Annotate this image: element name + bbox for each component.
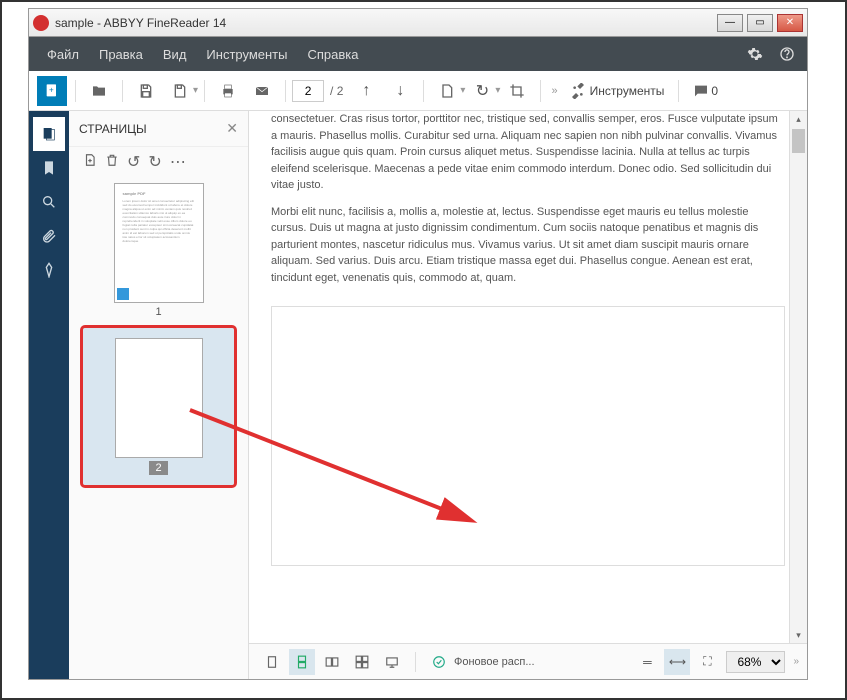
- save-as-button[interactable]: [165, 76, 195, 106]
- toolbar: + ▾ / 2 ↑ ↓ ▾ ↻▾ »: [29, 71, 807, 111]
- more-icon[interactable]: ⋯: [170, 152, 186, 172]
- add-doc-chevron-icon[interactable]: ▾: [460, 85, 465, 96]
- page-thumb-1[interactable]: sample PDF Lorem ipsum dolor sit amet co…: [83, 183, 234, 318]
- thumb-label-1: 1: [155, 306, 161, 318]
- app-window: sample - ABBYY FineReader 14 — ▭ ✕ Файл …: [28, 8, 808, 680]
- view-continuous-button[interactable]: [289, 649, 315, 675]
- document-text: consectetuer. Cras risus tortor, porttit…: [271, 111, 785, 286]
- pages-panel: СТРАНИЦЫ ✕ ↺ ↻ ⋯ sample PDF Lorem ipsu: [69, 111, 249, 679]
- app-icon: [33, 15, 49, 31]
- title-bar: sample - ABBYY FineReader 14 — ▭ ✕: [29, 9, 807, 37]
- rotate-right-icon[interactable]: ↻: [148, 152, 161, 172]
- fit-fullscreen-button[interactable]: ⛶: [694, 649, 720, 675]
- tools-dropdown[interactable]: Инструменты: [562, 76, 673, 106]
- menu-tools[interactable]: Инструменты: [196, 43, 297, 66]
- zoom-select[interactable]: 68%: [726, 651, 785, 673]
- page-total-label: / 2: [330, 84, 343, 98]
- rail-attachments-button[interactable]: [33, 219, 65, 253]
- body-area: СТРАНИЦЫ ✕ ↺ ↻ ⋯ sample PDF Lorem ipsu: [29, 111, 807, 679]
- thumb-image-2: [115, 338, 203, 458]
- document-paragraph: Morbi elit nunc, facilisis a, mollis a, …: [271, 204, 785, 287]
- view-facing-continuous-button[interactable]: [349, 649, 375, 675]
- add-doc-button[interactable]: [432, 76, 462, 106]
- more-chevron-icon[interactable]: »: [551, 85, 557, 97]
- rail-signature-button[interactable]: [33, 253, 65, 287]
- menu-edit[interactable]: Правка: [89, 43, 153, 66]
- status-bar: Фоновое расп... ═ ⟷ ⛶ 68% »: [249, 643, 807, 679]
- close-button[interactable]: ✕: [777, 14, 803, 32]
- page-thumb-2[interactable]: 2: [83, 328, 234, 485]
- document-blank-page: [271, 306, 785, 566]
- add-page-button[interactable]: +: [37, 76, 67, 106]
- rail-pages-button[interactable]: [33, 117, 65, 151]
- scrollbar-thumb[interactable]: [792, 129, 805, 153]
- bg-recognition-icon[interactable]: [426, 649, 452, 675]
- add-page-icon[interactable]: [83, 153, 97, 172]
- pages-tools: ↺ ↻ ⋯: [69, 147, 248, 177]
- comments-button[interactable]: 0: [685, 76, 726, 106]
- vertical-scrollbar[interactable]: ▴ ▾: [789, 111, 807, 643]
- view-single-page-button[interactable]: [259, 649, 285, 675]
- crop-button[interactable]: [502, 76, 532, 106]
- window-title: sample - ABBYY FineReader 14: [55, 16, 717, 30]
- thumb-image-1: sample PDF Lorem ipsum dolor sit amet co…: [114, 183, 204, 303]
- scroll-down-arrow-icon[interactable]: ▾: [790, 627, 807, 643]
- page-down-button[interactable]: ↓: [385, 76, 415, 106]
- mail-button[interactable]: [247, 76, 277, 106]
- menu-view[interactable]: Вид: [153, 43, 197, 66]
- menu-file[interactable]: Файл: [37, 43, 89, 66]
- menu-bar: Файл Правка Вид Инструменты Справка: [29, 37, 807, 71]
- view-facing-button[interactable]: [319, 649, 345, 675]
- scroll-up-arrow-icon[interactable]: ▴: [790, 111, 807, 127]
- status-more-chevron-icon[interactable]: »: [793, 656, 799, 667]
- settings-icon[interactable]: [743, 42, 767, 66]
- menu-help[interactable]: Справка: [297, 43, 368, 66]
- document-area: consectetuer. Cras risus tortor, porttit…: [249, 111, 807, 679]
- page-up-button[interactable]: ↑: [351, 76, 381, 106]
- delete-icon[interactable]: [105, 153, 119, 172]
- page-input[interactable]: [292, 80, 324, 102]
- maximize-button[interactable]: ▭: [747, 14, 773, 32]
- pages-panel-title: СТРАНИЦЫ: [79, 122, 147, 136]
- rail-search-button[interactable]: [33, 185, 65, 219]
- save-button[interactable]: [131, 76, 161, 106]
- save-as-chevron-icon[interactable]: ▾: [193, 85, 198, 96]
- rail-bookmarks-button[interactable]: [33, 151, 65, 185]
- print-button[interactable]: [213, 76, 243, 106]
- thumb-label-2: 2: [149, 461, 167, 475]
- pages-panel-header: СТРАНИЦЫ ✕: [69, 111, 248, 147]
- document-paragraph: consectetuer. Cras risus tortor, porttit…: [271, 111, 785, 194]
- minimize-button[interactable]: —: [717, 14, 743, 32]
- rotate-left-icon[interactable]: ↺: [127, 152, 140, 172]
- thumbnails-area: sample PDF Lorem ipsum dolor sit amet co…: [69, 177, 248, 679]
- rotate-chevron-icon[interactable]: ▾: [495, 85, 500, 96]
- bg-recognition-label: Фоновое расп...: [454, 656, 535, 668]
- fit-height-button[interactable]: ═: [634, 649, 660, 675]
- rotate-button[interactable]: ↻: [467, 76, 497, 106]
- left-rail: [29, 111, 69, 679]
- fit-width-button[interactable]: ⟷: [664, 649, 690, 675]
- document-viewport[interactable]: consectetuer. Cras risus tortor, porttit…: [249, 111, 807, 643]
- svg-text:+: +: [49, 85, 54, 94]
- open-folder-button[interactable]: [84, 76, 114, 106]
- help-icon[interactable]: [775, 42, 799, 66]
- view-presentation-button[interactable]: [379, 649, 405, 675]
- pages-panel-close-button[interactable]: ✕: [226, 120, 238, 137]
